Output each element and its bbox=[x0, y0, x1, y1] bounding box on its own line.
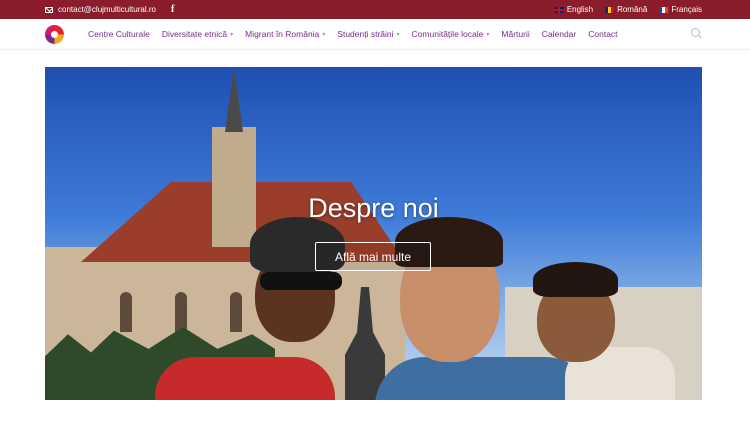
lang-label: English bbox=[566, 5, 594, 14]
church-spire bbox=[225, 67, 243, 132]
lang-romana[interactable]: Română bbox=[605, 5, 647, 14]
nav-item-comunitatile-locale[interactable]: Comunitățile locale ▾ bbox=[412, 29, 490, 39]
nav-item-diversitate-etnica[interactable]: Diversitate etnică ▾ bbox=[162, 29, 233, 39]
chevron-down-icon: ▾ bbox=[486, 31, 490, 38]
church-tower bbox=[212, 127, 256, 247]
nav-label: Calendar bbox=[541, 29, 577, 39]
nav-label: Migrant în România bbox=[245, 29, 320, 39]
nav-item-marturii[interactable]: Mărturii bbox=[501, 29, 529, 39]
search-icon[interactable] bbox=[691, 28, 700, 37]
church-window bbox=[175, 292, 187, 332]
nav-item-calendar[interactable]: Calendar bbox=[542, 29, 577, 39]
top-bar: contact@clujmulticultural.ro f English R… bbox=[0, 0, 750, 19]
nav-label: Comunitățile locale bbox=[411, 29, 484, 39]
sunglasses bbox=[260, 272, 342, 290]
chevron-down-icon: ▾ bbox=[322, 31, 326, 38]
facebook-icon[interactable]: f bbox=[171, 4, 174, 15]
hero-banner: Despre noi Află mai multe bbox=[45, 67, 702, 400]
nav-label: Mărturii bbox=[501, 29, 530, 39]
main-menu: Centre Culturale Diversitate etnică ▾ Mig… bbox=[88, 19, 630, 49]
nav-item-migrant-in-romania[interactable]: Migrant în România ▾ bbox=[245, 29, 325, 39]
chevron-down-icon: ▾ bbox=[230, 31, 234, 38]
nav-label: Diversitate etnică bbox=[161, 29, 228, 39]
contact-email-link[interactable]: contact@clujmulticultural.ro bbox=[58, 5, 156, 14]
nav-item-contact[interactable]: Contact bbox=[588, 29, 617, 39]
lang-label: Français bbox=[671, 5, 702, 14]
woman-body bbox=[155, 357, 335, 400]
site-logo[interactable] bbox=[45, 25, 64, 44]
nav-label: Studenți străini bbox=[337, 29, 394, 39]
church-window bbox=[120, 292, 132, 332]
fr-flag-icon bbox=[659, 6, 669, 13]
ro-flag-icon bbox=[605, 6, 615, 13]
lang-english[interactable]: English bbox=[554, 5, 594, 14]
language-switcher: English Română Français bbox=[554, 0, 702, 19]
nav-item-studenti-straini[interactable]: Studenți străini ▾ bbox=[337, 29, 399, 39]
man-body bbox=[375, 357, 595, 400]
mail-icon bbox=[45, 6, 53, 13]
church-window bbox=[230, 292, 242, 332]
chevron-down-icon: ▾ bbox=[396, 31, 400, 38]
hero-title: Despre noi bbox=[308, 193, 439, 223]
main-navbar: Centre Culturale Diversitate etnică ▾ Mig… bbox=[0, 19, 750, 50]
nav-item-centre-culturale[interactable]: Centre Culturale bbox=[88, 29, 150, 39]
lang-label: Română bbox=[617, 5, 648, 14]
nav-label: Centre Culturale bbox=[88, 29, 150, 39]
learn-more-button[interactable]: Află mai multe bbox=[315, 242, 431, 271]
uk-flag-icon bbox=[554, 6, 564, 13]
nav-label: Contact bbox=[588, 29, 618, 39]
baby-hair bbox=[533, 262, 618, 297]
lang-francais[interactable]: Français bbox=[659, 5, 702, 14]
